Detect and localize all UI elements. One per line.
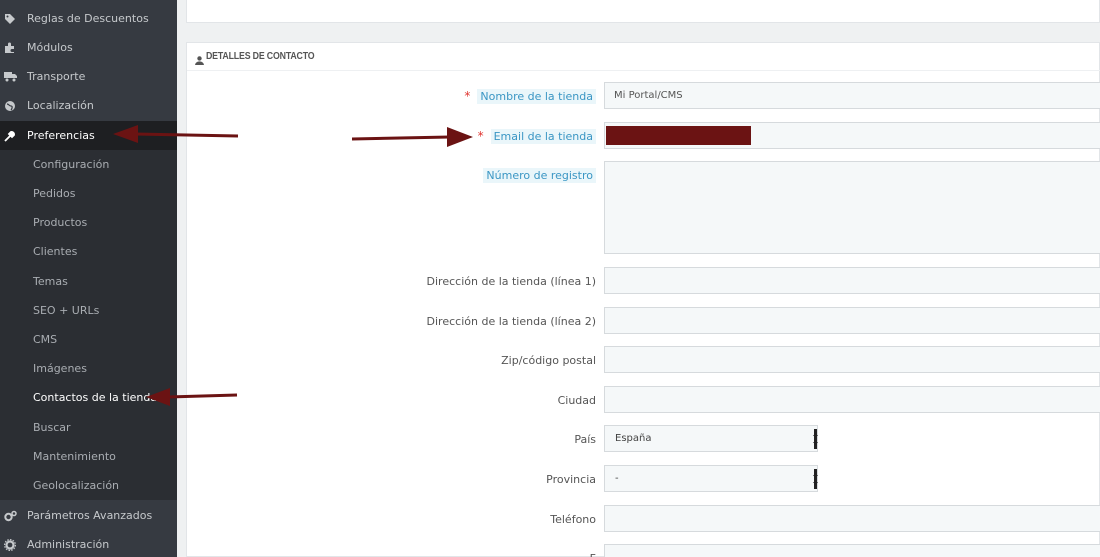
city-input[interactable] (604, 386, 1100, 413)
submenu-item-mantenimiento[interactable]: Mantenimiento (0, 442, 177, 471)
sidebar-item-modulos[interactable]: Módulos (0, 33, 177, 62)
wrench-icon (3, 129, 17, 143)
sidebar-item-localizacion[interactable]: Localización (0, 91, 177, 120)
city-label-wrap: Ciudad (186, 391, 596, 411)
phone-label-wrap: Teléfono (186, 510, 596, 530)
registration-label-text: Número de registro (483, 168, 596, 183)
submenu-item-buscar[interactable]: Buscar (0, 413, 177, 442)
address1-label: Dirección de la tienda (línea 1) (426, 275, 596, 288)
submenu-item-label: Buscar (33, 421, 71, 434)
submenu-item-label: Configuración (33, 158, 110, 171)
sidebar-item-label: Módulos (27, 41, 73, 54)
shop-email-label-text: Email de la tienda (490, 129, 596, 144)
user-icon (195, 52, 205, 65)
submenu-item-pedidos[interactable]: Pedidos (0, 179, 177, 208)
sidebar-item-label: Parámetros Avanzados (27, 509, 153, 522)
fax-label-wrap: F (186, 549, 596, 557)
fax-input[interactable] (604, 544, 1100, 557)
submenu-item-label: Productos (33, 216, 88, 229)
sidebar-item-label: Localización (27, 99, 94, 112)
state-label: Provincia (546, 473, 596, 486)
submenu-item-clientes[interactable]: Clientes (0, 237, 177, 266)
phone-label: Teléfono (550, 513, 596, 526)
submenu-item-label: Temas (33, 275, 68, 288)
registration-textarea[interactable] (604, 161, 1100, 254)
submenu-item-label: SEO + URLs (33, 304, 100, 317)
shop-name-label-wrap: * Nombre de la tienda (186, 86, 596, 106)
submenu-item-imagenes[interactable]: Imágenes (0, 354, 177, 383)
globe-icon (3, 99, 17, 113)
sidebar-item-label: Administración (27, 538, 110, 551)
sidebar-item-label: Reglas de Descuentos (27, 12, 149, 25)
phone-input[interactable] (604, 505, 1100, 532)
preferencias-submenu: Configuración Pedidos Productos Clientes… (0, 150, 177, 500)
submenu-item-temas[interactable]: Temas (0, 267, 177, 296)
panel-heading: DETALLES DE CONTACTO (187, 43, 1100, 71)
address2-input[interactable] (604, 307, 1100, 334)
address2-label-wrap: Dirección de la tienda (línea 2) (186, 312, 596, 332)
fax-label: F (590, 552, 596, 557)
address1-input[interactable] (604, 267, 1100, 294)
zip-label-wrap: Zip/código postal (186, 351, 596, 371)
required-mark: * (464, 89, 471, 103)
submenu-item-cms[interactable]: CMS (0, 325, 177, 354)
sidebar-item-parametros-avanzados[interactable]: Parámetros Avanzados (0, 501, 177, 530)
sidebar-item-reglas-descuentos[interactable]: Reglas de Descuentos (0, 4, 177, 33)
shop-name-input[interactable]: Mi Portal/CMS (604, 82, 1100, 109)
shop-name-label: * Nombre de la tienda (464, 89, 596, 104)
shop-email-label: * Email de la tienda (477, 129, 596, 144)
submenu-item-configuracion[interactable]: Configuración (0, 150, 177, 179)
zip-input[interactable] (604, 346, 1100, 373)
registration-label: Número de registro (483, 168, 596, 183)
address1-label-wrap: Dirección de la tienda (línea 1) (186, 272, 596, 292)
submenu-item-label: Contactos de la tienda (33, 391, 158, 404)
required-mark: * (477, 129, 484, 143)
gear-icon (3, 538, 17, 552)
sidebar-item-transporte[interactable]: Transporte (0, 62, 177, 91)
sidebar-item-administracion[interactable]: Administración (0, 530, 177, 557)
submenu-item-productos[interactable]: Productos (0, 208, 177, 237)
state-select[interactable]: - (604, 465, 818, 492)
registration-label-wrap: Número de registro (186, 166, 596, 186)
select-caret-icon (813, 469, 818, 489)
cogs-icon (3, 509, 17, 523)
annotation-arrow-email (352, 127, 473, 147)
country-label-wrap: País (186, 430, 596, 450)
address2-label: Dirección de la tienda (línea 2) (426, 315, 596, 328)
puzzle-icon (3, 41, 17, 55)
select-caret-icon (813, 429, 818, 449)
country-select-value: España (615, 433, 652, 444)
country-select[interactable]: España (604, 425, 818, 452)
country-label: País (574, 433, 596, 446)
sidebar-item-label: Transporte (27, 70, 86, 83)
truck-icon (3, 70, 17, 84)
state-select-value: - (615, 473, 619, 484)
submenu-item-label: Clientes (33, 245, 78, 258)
submenu-item-geolocalizacion[interactable]: Geolocalización (0, 471, 177, 500)
redacted-email-block (606, 126, 751, 145)
sidebar-nav: Reglas de Descuentos Módulos Transporte … (0, 0, 177, 557)
city-label: Ciudad (557, 394, 596, 407)
zip-label: Zip/código postal (501, 354, 596, 367)
previous-panel (186, 0, 1100, 23)
submenu-item-label: Imágenes (33, 362, 87, 375)
submenu-item-seo-urls[interactable]: SEO + URLs (0, 296, 177, 325)
panel-title: DETALLES DE CONTACTO (206, 51, 315, 62)
tag-icon (3, 12, 17, 26)
annotation-arrow-contactos (146, 388, 238, 406)
submenu-item-label: Pedidos (33, 187, 76, 200)
submenu-item-label: Geolocalización (33, 479, 120, 492)
submenu-item-label: CMS (33, 333, 58, 346)
sidebar-item-label: Preferencias (27, 129, 95, 142)
shop-name-label-text: Nombre de la tienda (477, 89, 596, 104)
submenu-item-label: Mantenimiento (33, 450, 116, 463)
annotation-arrow-preferencias (113, 125, 239, 143)
state-label-wrap: Provincia (186, 470, 596, 490)
